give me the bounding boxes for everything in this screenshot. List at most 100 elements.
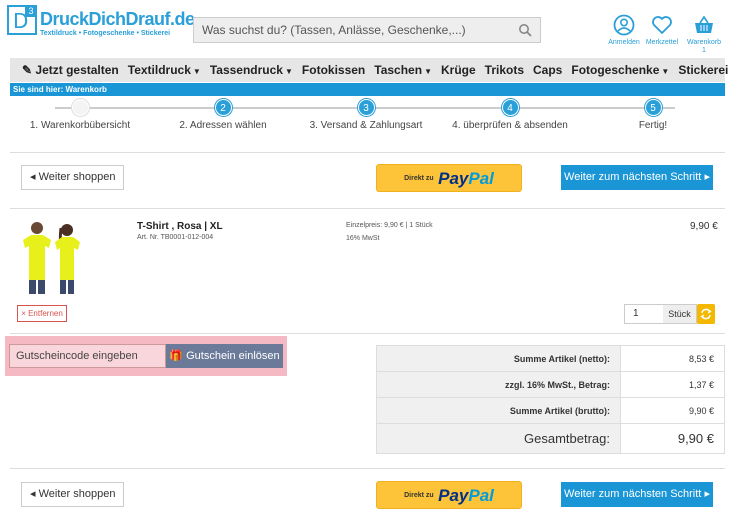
nav-item-textildruck[interactable]: Textildruck ▼ xyxy=(128,63,201,77)
nav-item-kruege[interactable]: Krüge xyxy=(441,63,476,77)
step-label: 4. überprüfen & absenden xyxy=(452,120,568,131)
totals-table: Summe Artikel (netto): 8,53 € zzgl. 16% … xyxy=(376,345,725,454)
step-label: 2. Adressen wählen xyxy=(179,120,267,131)
table-row: Summe Artikel (netto): 8,53 € xyxy=(376,345,725,372)
chevron-down-icon: ▼ xyxy=(284,67,293,76)
product-article-number: Art. Nr. TB0001-012-004 xyxy=(137,234,214,241)
nav-item-trikots[interactable]: Trikots xyxy=(485,63,524,77)
product-title[interactable]: T-Shirt , Rosa | XL xyxy=(137,221,223,232)
totals-label: Summe Artikel (brutto): xyxy=(376,397,621,424)
cart-link[interactable]: Warenkorb 1 xyxy=(682,14,726,55)
step-4: 4 4. überprüfen & absenden xyxy=(440,99,580,131)
product-unit-price: Einzelpreis: 9,90 € | 1 Stück xyxy=(346,222,433,229)
nav-label: Taschen xyxy=(374,63,423,77)
cart-count: 1 xyxy=(702,47,706,54)
continue-shopping-button[interactable]: ◂ Weiter shoppen xyxy=(21,165,125,190)
step-2: 2 2. Adressen wählen xyxy=(153,99,293,131)
nav-label: Fotogeschenke xyxy=(571,63,660,77)
grand-total-value: 9,90 € xyxy=(620,423,725,454)
search-bar xyxy=(193,17,541,43)
nav-item-caps[interactable]: Caps xyxy=(533,63,562,77)
nav-item-taschen[interactable]: Taschen ▼ xyxy=(374,63,432,77)
table-row-grand-total: Gesamtbetrag: 9,90 € xyxy=(376,423,725,454)
button-label: Gutschein einlösen xyxy=(186,350,280,362)
totals-value: 1,37 € xyxy=(620,371,725,398)
nav-label: Krüge xyxy=(440,63,476,77)
product-image[interactable] xyxy=(15,218,91,294)
nav-label: Caps xyxy=(533,63,563,77)
step-1: 1 1. Warenkorbübersicht xyxy=(10,99,150,131)
next-step-button[interactable]: Weiter zum nächsten Schritt ▸ xyxy=(561,165,713,190)
remove-item-button[interactable]: × Entfernen xyxy=(17,305,67,322)
close-icon: × xyxy=(21,309,26,318)
gift-icon: 🎁 xyxy=(169,350,184,362)
totals-label: zzgl. 16% MwSt., Betrag: xyxy=(376,371,621,398)
divider xyxy=(10,468,725,469)
product-tax: 16% MwSt xyxy=(346,235,380,242)
nav-item-jetzt-gestalten[interactable]: ✎ Jetzt gestalten xyxy=(22,63,119,77)
nav-label: Textildruck xyxy=(127,63,191,77)
totals-value: 8,53 € xyxy=(620,345,725,372)
breadcrumb: Sie sind hier: Warenkorb xyxy=(10,83,725,96)
paypal-button[interactable]: Direkt zu PayPal xyxy=(376,164,522,192)
nav-item-stickerei[interactable]: Stickerei xyxy=(678,63,728,77)
step-label: Fertig! xyxy=(638,120,668,131)
chevron-down-icon: ▼ xyxy=(661,67,670,76)
paypal-prefix: Direkt zu xyxy=(404,175,434,182)
chevron-down-icon: ▼ xyxy=(192,67,201,76)
next-step-button-bottom[interactable]: Weiter zum nächsten Schritt ▸ xyxy=(561,482,713,507)
product-price: 9,90 € xyxy=(690,221,718,232)
wishlist-label: Merkzettel xyxy=(645,39,679,46)
divider xyxy=(10,333,725,334)
caret-right-icon: ▸ xyxy=(704,488,710,500)
step-3: 3 3. Versand & Zahlungsart xyxy=(296,99,436,131)
nav-label: Trikots xyxy=(484,63,525,77)
paypal-logo-pay: Pay xyxy=(438,169,469,188)
step-label: 3. Versand & Zahlungsart xyxy=(309,120,423,131)
caret-left-icon: ◂ xyxy=(30,488,36,500)
step-circle: 2 xyxy=(214,99,232,116)
logo-mark[interactable]: D 3 xyxy=(7,5,37,35)
table-row: zzgl. 16% MwSt., Betrag: 1,37 € xyxy=(376,371,725,398)
chevron-down-icon: ▼ xyxy=(424,67,432,76)
logo-tagline: Textildruck • Fotogeschenke • Stickerei xyxy=(40,30,171,37)
divider xyxy=(10,208,725,209)
voucher-code-input[interactable] xyxy=(9,344,166,368)
refresh-icon[interactable] xyxy=(697,304,715,324)
button-label: Entfernen xyxy=(28,309,63,318)
button-label: Weiter zum nächsten Schritt xyxy=(564,488,702,500)
basket-icon xyxy=(695,15,713,33)
nav-item-tassendruck[interactable]: Tassendruck ▼ xyxy=(210,63,293,77)
redeem-voucher-button[interactable]: 🎁 Gutschein einlösen xyxy=(166,344,283,368)
paypal-prefix: Direkt zu xyxy=(404,492,434,499)
nav-label: Jetzt gestalten xyxy=(35,63,119,77)
nav-label: Stickerei xyxy=(678,63,729,77)
logo-name[interactable]: DruckDichDrauf.de xyxy=(40,9,195,30)
wishlist-link[interactable]: Merkzettel xyxy=(640,14,684,47)
pencil-icon: ✎ xyxy=(22,63,33,77)
step-circle: 3 xyxy=(357,99,375,116)
table-row: Summe Artikel (brutto): 9,90 € xyxy=(376,397,725,424)
totals-value: 9,90 € xyxy=(620,397,725,424)
nav-item-fotokissen[interactable]: Fotokissen xyxy=(302,63,365,77)
button-label: Weiter shoppen xyxy=(38,171,116,183)
divider xyxy=(10,152,725,153)
caret-right-icon: ▸ xyxy=(704,171,710,183)
grand-total-label: Gesamtbetrag: xyxy=(376,423,621,454)
step-label: 1. Warenkorbübersicht xyxy=(29,120,131,131)
button-label: Weiter zum nächsten Schritt xyxy=(564,171,702,183)
main-nav: ✎ Jetzt gestalten Textildruck ▼ Tassendru… xyxy=(10,58,728,82)
paypal-button-bottom[interactable]: Direkt zu PayPal xyxy=(376,481,522,509)
nav-label: Fotokissen xyxy=(301,63,366,77)
totals-label: Summe Artikel (netto): xyxy=(376,345,621,372)
search-icon[interactable] xyxy=(518,23,532,37)
logo-number: 3 xyxy=(25,5,37,17)
continue-shopping-button-bottom[interactable]: ◂ Weiter shoppen xyxy=(21,482,125,507)
step-circle: 4 xyxy=(501,99,519,116)
nav-label: Tassendruck xyxy=(209,63,283,77)
nav-item-fotogeschenke[interactable]: Fotogeschenke ▼ xyxy=(571,63,669,77)
step-5: 5 Fertig! xyxy=(583,99,723,131)
search-input[interactable] xyxy=(194,18,504,42)
quantity-input[interactable]: 1 xyxy=(624,304,664,324)
paypal-logo-pay: Pay xyxy=(438,486,469,505)
